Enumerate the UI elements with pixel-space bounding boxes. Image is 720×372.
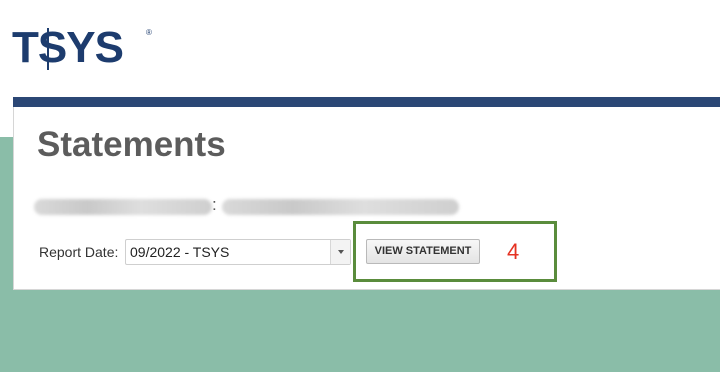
account-separator: : (212, 195, 217, 214)
step-number: 4 (507, 239, 520, 264)
chevron-down-icon[interactable] (330, 240, 350, 264)
report-date-value: 09/2022 - TSYS (130, 244, 230, 260)
report-date-select[interactable]: 09/2022 - TSYS (125, 239, 351, 265)
report-date-label: Report Date: (39, 244, 119, 260)
logo-text: TSYS (12, 23, 124, 72)
statements-panel: Statements : Report Date: 09/2022 - TSYS… (13, 107, 720, 290)
redacted-account-name (222, 199, 459, 215)
logo-divider (47, 28, 49, 70)
view-statement-button[interactable]: VIEW STATEMENT (366, 239, 480, 264)
tsys-logo: TSYS ® (12, 26, 162, 72)
page-title: Statements (37, 125, 226, 164)
redacted-account-label (34, 199, 212, 215)
registered-mark: ® (146, 28, 152, 37)
header-bar (13, 97, 720, 107)
